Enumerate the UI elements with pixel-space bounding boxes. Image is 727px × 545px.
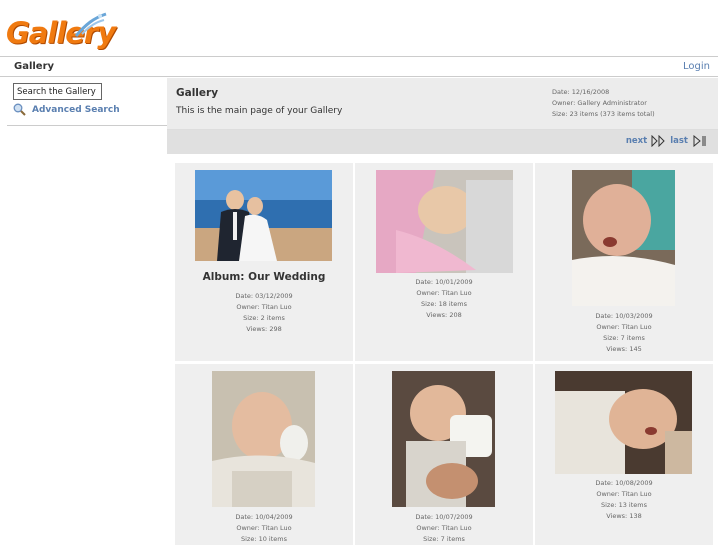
page-description: This is the main page of your Gallery bbox=[176, 106, 343, 116]
page-title: Gallery bbox=[176, 87, 219, 99]
album-thumbnail[interactable] bbox=[572, 170, 675, 306]
album-thumbnail[interactable] bbox=[212, 371, 315, 507]
album-thumbnail[interactable] bbox=[555, 371, 692, 474]
search-input[interactable] bbox=[13, 83, 102, 100]
baby-photo bbox=[212, 371, 315, 507]
item-owner: Owner: Titan Luo bbox=[596, 323, 652, 331]
album-item: Date: 10/01/2009 Owner: Titan Luo Size: … bbox=[355, 163, 533, 361]
advanced-search-link[interactable]: Advanced Search bbox=[13, 103, 120, 116]
logo-swoosh-icon bbox=[74, 12, 107, 37]
item-owner: Owner: Titan Luo bbox=[416, 524, 472, 532]
breadcrumb-bar: Gallery Login bbox=[0, 56, 718, 77]
item-views: Views: 298 bbox=[246, 325, 282, 333]
item-views: Views: 138 bbox=[606, 512, 642, 520]
gallery-size: Size: 23 items (373 items total) bbox=[552, 110, 655, 118]
magnifier-icon bbox=[13, 103, 26, 116]
item-date: Date: 03/12/2009 bbox=[235, 292, 293, 300]
gallery-date: Date: 12/16/2008 bbox=[552, 88, 610, 96]
item-info: Date: 10/01/2009 Owner: Titan Luo Size: … bbox=[355, 277, 533, 321]
album-title[interactable]: Album: Our Wedding bbox=[175, 271, 353, 283]
item-info: Date: 10/03/2009 Owner: Titan Luo Size: … bbox=[535, 311, 713, 355]
item-info: Date: 10/07/2009 Owner: Titan Luo Size: … bbox=[355, 512, 533, 545]
last-link[interactable]: last bbox=[670, 136, 688, 146]
item-size: Size: 13 items bbox=[600, 501, 647, 509]
album-item: Date: 10/03/2009 Owner: Titan Luo Size: … bbox=[535, 163, 713, 361]
item-date: Date: 10/03/2009 bbox=[595, 312, 653, 320]
next-arrow-icon[interactable] bbox=[651, 135, 666, 147]
album-thumbnail[interactable] bbox=[195, 170, 332, 261]
album-thumbnail[interactable] bbox=[376, 170, 513, 273]
item-info: Date: 03/12/2009 Owner: Titan Luo Size: … bbox=[175, 291, 353, 335]
item-views: Views: 145 bbox=[606, 345, 642, 353]
item-date: Date: 10/04/2009 bbox=[235, 513, 293, 521]
baby-photo bbox=[572, 170, 675, 306]
item-owner: Owner: Titan Luo bbox=[416, 289, 472, 297]
login-link[interactable]: Login bbox=[683, 61, 710, 72]
item-size: Size: 18 items bbox=[420, 300, 467, 308]
item-size: Size: 7 items bbox=[423, 535, 465, 543]
item-views: Views: 208 bbox=[426, 311, 462, 319]
album-item: Date: 10/08/2009 Owner: Titan Luo Size: … bbox=[535, 364, 713, 545]
item-date: Date: 10/07/2009 bbox=[415, 513, 473, 521]
item-info: Date: 10/08/2009 Owner: Titan Luo Size: … bbox=[535, 478, 713, 522]
item-info: Date: 10/04/2009 Owner: Titan Luo Size: … bbox=[175, 512, 353, 545]
pager-bar: next last bbox=[167, 130, 718, 154]
gallery-meta: Date: 12/16/2008 Owner: Gallery Administ… bbox=[552, 87, 655, 120]
album-item: Date: 10/04/2009 Owner: Titan Luo Size: … bbox=[175, 364, 353, 545]
item-size: Size: 2 items bbox=[243, 314, 285, 322]
baby-photo bbox=[555, 371, 692, 474]
gallery-header: Gallery This is the main page of your Ga… bbox=[167, 78, 718, 130]
item-size: Size: 7 items bbox=[603, 334, 645, 342]
baby-photo bbox=[392, 371, 495, 507]
last-arrow-icon[interactable] bbox=[692, 135, 707, 147]
album-thumbnail[interactable] bbox=[392, 371, 495, 507]
sidebar: Advanced Search bbox=[7, 78, 167, 126]
advanced-search-label: Advanced Search bbox=[32, 104, 120, 115]
item-date: Date: 10/01/2009 bbox=[415, 278, 473, 286]
item-owner: Owner: Titan Luo bbox=[236, 303, 292, 311]
item-owner: Owner: Titan Luo bbox=[236, 524, 292, 532]
item-size: Size: 10 items bbox=[240, 535, 287, 543]
item-owner: Owner: Titan Luo bbox=[596, 490, 652, 498]
album-item: Album: Our Wedding Date: 03/12/2009 Owne… bbox=[175, 163, 353, 361]
breadcrumb: Gallery bbox=[14, 61, 55, 72]
baby-photo bbox=[376, 170, 513, 273]
next-link[interactable]: next bbox=[626, 136, 647, 146]
gallery-logo[interactable]: Gallery bbox=[6, 8, 116, 54]
wedding-photo bbox=[195, 170, 332, 261]
gallery-owner: Owner: Gallery Administrator bbox=[552, 99, 647, 107]
item-date: Date: 10/08/2009 bbox=[595, 479, 653, 487]
album-item: Date: 10/07/2009 Owner: Titan Luo Size: … bbox=[355, 364, 533, 545]
